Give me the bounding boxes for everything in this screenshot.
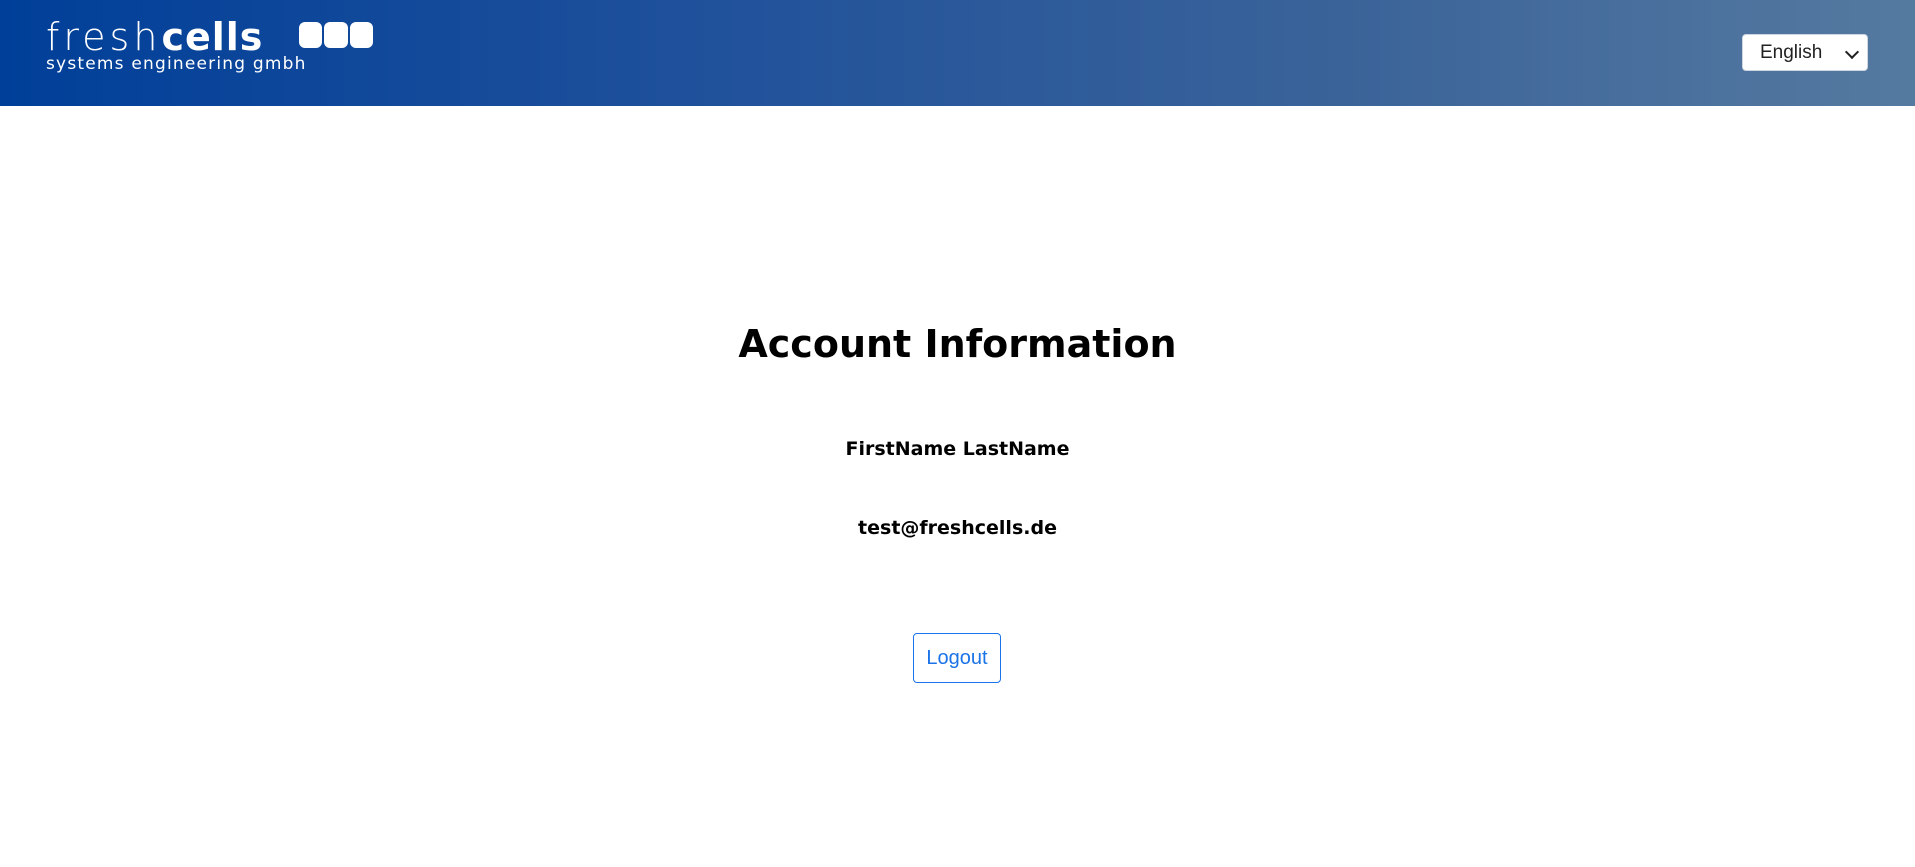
account-main: Account Information FirstName LastName t…	[0, 106, 1915, 867]
logo-block	[324, 22, 348, 48]
top-header: freshcells systems engineering gmbh Engl…	[0, 0, 1915, 106]
logo-block	[349, 22, 373, 48]
page-title: Account Information	[738, 322, 1177, 366]
user-name: FirstName LastName	[845, 438, 1070, 460]
chevron-down-icon	[1844, 44, 1860, 60]
logout-button[interactable]: Logout	[913, 633, 1001, 683]
freshcells-logo[interactable]: freshcells systems engineering gmbh	[46, 18, 386, 78]
language-select[interactable]: English	[1742, 34, 1868, 71]
logo-word-bold: cells	[161, 15, 264, 59]
user-email: test@freshcells.de	[858, 517, 1057, 539]
logo-blocks-icon	[299, 22, 373, 48]
logo-wordmark: freshcells	[46, 18, 263, 56]
logo-block	[299, 22, 323, 48]
logo-tagline: systems engineering gmbh	[46, 54, 307, 74]
logo-word-light: fresh	[46, 15, 162, 59]
language-select-value: English	[1760, 41, 1823, 63]
